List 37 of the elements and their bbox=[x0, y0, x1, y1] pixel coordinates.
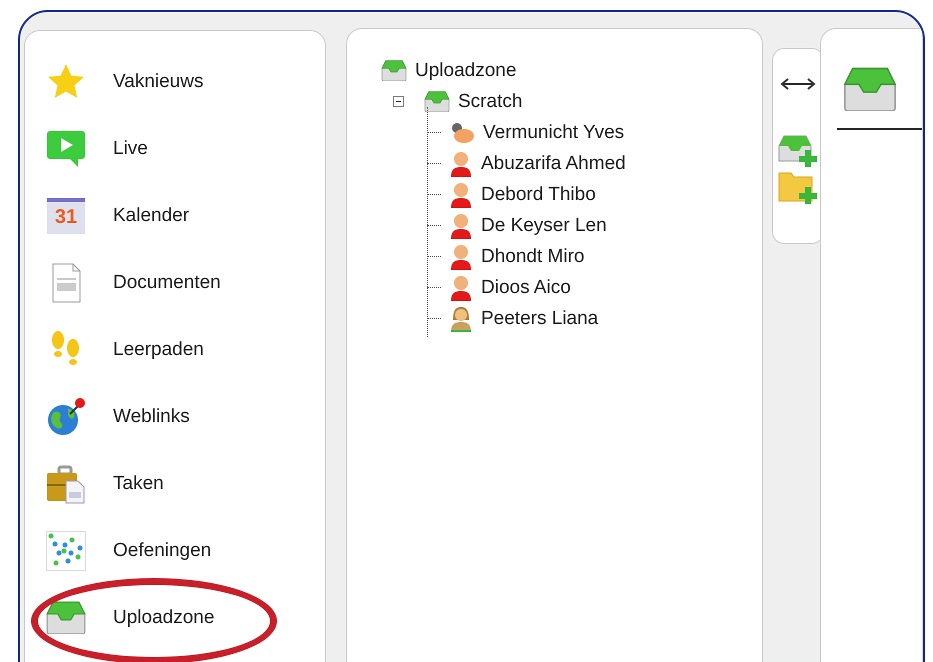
person-icon bbox=[449, 274, 473, 300]
person-icon bbox=[449, 244, 473, 270]
person-icon bbox=[449, 182, 473, 208]
tree-item[interactable]: Dioos Aico bbox=[427, 272, 762, 303]
tree-item[interactable]: Vermunicht Yves bbox=[427, 117, 762, 148]
play-chat-icon bbox=[46, 128, 86, 168]
globe-icon bbox=[46, 396, 86, 436]
sidebar-item[interactable]: Live bbox=[25, 115, 325, 182]
scatter-dots-icon bbox=[46, 530, 86, 570]
tree-item[interactable]: Dhondt Miro bbox=[427, 241, 762, 272]
sidebar-item[interactable]: Weblinks bbox=[25, 383, 325, 450]
person-icon bbox=[449, 306, 473, 332]
resize-arrow-icon[interactable] bbox=[780, 77, 816, 91]
inbox-icon bbox=[46, 601, 86, 634]
calendar-icon: 31 bbox=[47, 198, 85, 234]
tree-item[interactable]: De Keyser Len bbox=[427, 210, 762, 241]
sidebar-item[interactable]: 31 Kalender bbox=[25, 182, 325, 249]
sidebar-item[interactable]: Documenten bbox=[25, 249, 325, 316]
sidebar-item[interactable]: Oefeningen bbox=[25, 517, 325, 584]
inbox-icon bbox=[381, 60, 407, 81]
briefcase-icon bbox=[46, 464, 86, 504]
person-icon bbox=[449, 212, 473, 238]
sidebar-item[interactable]: Taken bbox=[25, 450, 325, 517]
inbox-icon bbox=[843, 67, 897, 111]
tree-item[interactable]: Scratch bbox=[393, 86, 762, 117]
tree-item[interactable]: Uploadzone bbox=[381, 55, 762, 86]
tree-item[interactable]: Debord Thibo bbox=[427, 179, 762, 210]
collapse-icon[interactable] bbox=[393, 96, 404, 107]
sidebar-item[interactable]: Vaknieuws bbox=[25, 48, 325, 115]
handshake-icon bbox=[449, 120, 475, 144]
person-icon bbox=[449, 150, 473, 176]
sidebar-item[interactable]: Uploadzone bbox=[25, 584, 325, 651]
inbox-icon bbox=[424, 91, 450, 112]
tree-item[interactable]: Peeters Liana bbox=[427, 303, 762, 334]
tree-item[interactable]: Abuzarifa Ahmed bbox=[427, 148, 762, 179]
add-inbox-icon[interactable] bbox=[778, 135, 818, 167]
sidebar-item[interactable]: Leerpaden bbox=[25, 316, 325, 383]
